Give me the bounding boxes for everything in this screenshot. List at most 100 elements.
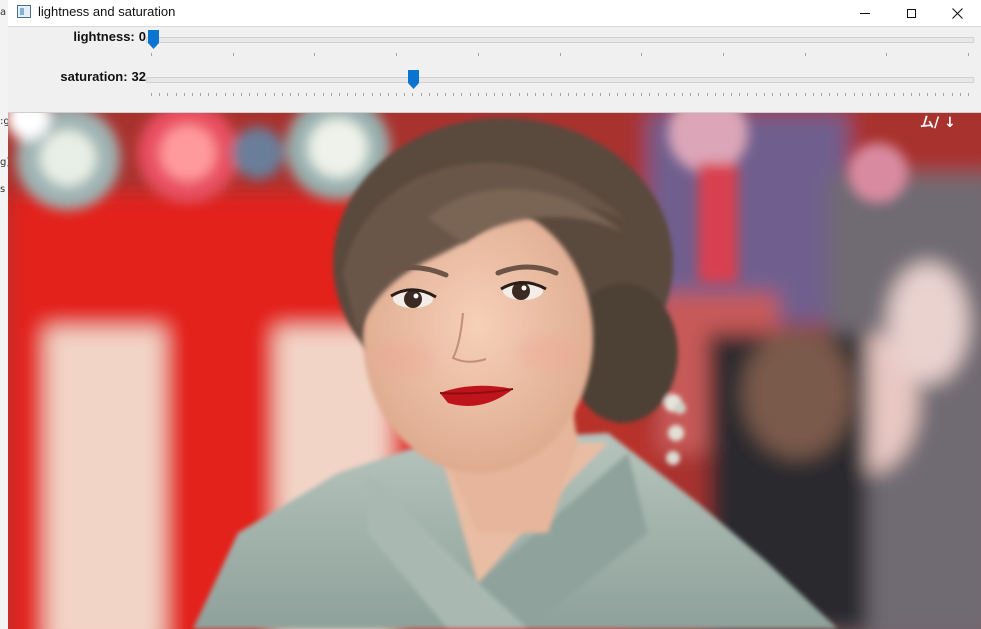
lightness-slider-track[interactable]: [146, 37, 974, 43]
tick-mark: [935, 93, 936, 96]
tick-mark: [968, 93, 969, 96]
tick-mark: [421, 93, 422, 96]
tick-mark: [707, 93, 708, 96]
tick-mark: [641, 53, 642, 56]
saturation-label: saturation: 32: [60, 69, 146, 84]
tick-mark: [568, 93, 569, 96]
tick-mark: [453, 93, 454, 96]
lightness-slider-thumb[interactable]: [148, 30, 159, 49]
tick-mark: [772, 93, 773, 96]
tick-mark: [600, 93, 601, 96]
minimize-button[interactable]: [842, 0, 888, 26]
tick-mark: [437, 93, 438, 96]
tick-mark: [192, 93, 193, 96]
tick-mark: [739, 93, 740, 96]
background-text-fragment: s: [0, 184, 6, 195]
tick-mark: [151, 53, 152, 56]
tick-mark: [870, 93, 871, 96]
tick-mark: [159, 93, 160, 96]
maximize-icon: [906, 8, 916, 18]
saturation-tick-marks: [151, 93, 969, 96]
close-button[interactable]: [934, 0, 980, 26]
tick-mark: [543, 93, 544, 96]
tick-mark: [388, 93, 389, 96]
tick-mark: [943, 93, 944, 96]
tick-mark: [609, 93, 610, 96]
video-caption-fragment: ム/ ↓: [920, 115, 956, 131]
tick-mark: [666, 93, 667, 96]
tick-mark: [429, 93, 430, 96]
tick-mark: [796, 93, 797, 96]
tick-mark: [298, 93, 299, 96]
lightness-label: lightness: 0: [73, 29, 146, 44]
tick-mark: [780, 93, 781, 96]
tick-mark: [233, 53, 234, 56]
tick-mark: [560, 93, 561, 96]
image-display: ム/ ↓: [8, 113, 981, 629]
tick-mark: [837, 93, 838, 96]
tick-mark: [445, 93, 446, 96]
tick-mark: [535, 93, 536, 96]
saturation-value: 32: [131, 69, 146, 84]
tick-mark: [633, 93, 634, 96]
tick-mark: [674, 93, 675, 96]
tick-mark: [519, 93, 520, 96]
close-icon: [951, 7, 963, 19]
tick-mark: [560, 53, 561, 56]
tick-mark: [265, 93, 266, 96]
tick-mark: [282, 93, 283, 96]
tick-mark: [698, 93, 699, 96]
tick-mark: [617, 93, 618, 96]
tick-mark: [584, 93, 585, 96]
tick-mark: [649, 93, 650, 96]
lightness-tick-marks: [151, 53, 969, 56]
tick-mark: [396, 53, 397, 56]
tick-mark: [249, 93, 250, 96]
tick-mark: [274, 93, 275, 96]
tick-mark: [339, 93, 340, 96]
lightness-value: 0: [138, 29, 146, 44]
saturation-slider-thumb[interactable]: [407, 70, 419, 89]
tick-mark: [886, 93, 887, 96]
tick-mark: [919, 93, 920, 96]
tick-mark: [911, 93, 912, 96]
tick-mark: [723, 93, 724, 96]
tick-mark: [862, 93, 863, 96]
tick-mark: [813, 93, 814, 96]
tick-mark: [952, 93, 953, 96]
tick-mark: [494, 93, 495, 96]
maximize-button[interactable]: [888, 0, 934, 26]
tick-mark: [845, 93, 846, 96]
tick-mark: [878, 93, 879, 96]
tick-mark: [290, 93, 291, 96]
tick-mark: [412, 93, 413, 96]
tick-mark: [894, 93, 895, 96]
tick-mark: [805, 93, 806, 96]
tick-mark: [372, 93, 373, 96]
tick-mark: [625, 93, 626, 96]
window-title: lightness and saturation: [38, 4, 176, 19]
tick-mark: [960, 93, 961, 96]
tick-mark: [151, 93, 152, 96]
lightness-label-text: lightness:: [73, 29, 135, 44]
tick-mark: [478, 53, 479, 56]
tick-mark: [527, 93, 528, 96]
opencv-window: lightness and saturation lightness: 0 sat…: [8, 0, 981, 629]
title-bar[interactable]: lightness and saturation: [8, 0, 981, 27]
tick-mark: [396, 93, 397, 96]
tick-mark: [225, 93, 226, 96]
tick-mark: [641, 93, 642, 96]
saturation-slider-track[interactable]: [146, 77, 974, 83]
minimize-icon: [860, 12, 870, 14]
tick-mark: [314, 53, 315, 56]
tick-mark: [886, 53, 887, 56]
tick-mark: [731, 93, 732, 96]
tick-mark: [592, 93, 593, 96]
background-text-fragment: a: [0, 7, 7, 18]
tick-mark: [968, 53, 969, 56]
tick-mark: [233, 93, 234, 96]
app-window-icon: [17, 5, 31, 18]
tick-mark: [470, 93, 471, 96]
tick-mark: [927, 93, 928, 96]
tick-mark: [788, 93, 789, 96]
